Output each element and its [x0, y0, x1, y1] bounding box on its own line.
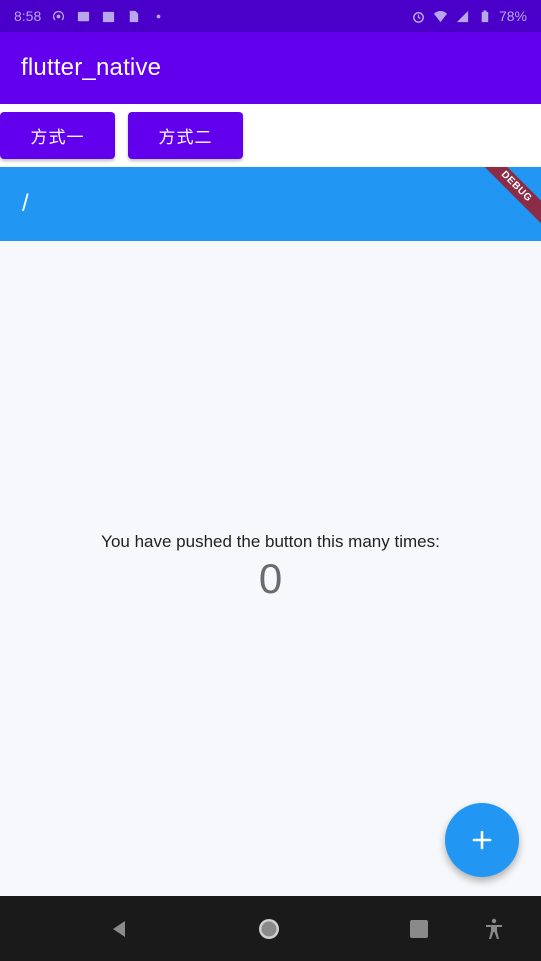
home-button[interactable]	[254, 914, 284, 944]
counter-value: 0	[258, 555, 283, 602]
recents-button[interactable]	[404, 914, 434, 944]
increment-fab[interactable]	[445, 803, 519, 877]
add-icon	[472, 830, 492, 850]
app-bar: flutter_native	[0, 32, 541, 104]
mode-two-button[interactable]: 方式二	[128, 112, 243, 159]
wifi-icon	[433, 8, 449, 24]
status-bar-right: 78%	[411, 8, 527, 24]
status-bar-left: 8:58	[14, 8, 166, 24]
counter-body: You have pushed the button this many tim…	[0, 241, 541, 896]
status-time: 8:58	[14, 8, 42, 24]
debug-banner: DEBUG	[471, 167, 541, 232]
route-title: /	[22, 190, 29, 217]
flutter-app-bar: / DEBUG	[0, 167, 541, 241]
calendar-icon	[100, 8, 116, 24]
status-bar: 8:58 78%	[0, 0, 541, 32]
alarm-icon	[411, 8, 427, 24]
phone-screen: 8:58 78% flutter_native 方式一 方式二 / DEBUG …	[0, 0, 541, 961]
back-button[interactable]	[104, 914, 134, 944]
battery-percent: 78%	[498, 8, 527, 24]
native-button-row: 方式一 方式二	[0, 104, 541, 167]
back-icon	[113, 921, 125, 937]
mode-one-button[interactable]: 方式一	[0, 112, 115, 159]
system-nav-bar	[0, 896, 541, 961]
dot-icon	[150, 8, 166, 24]
news-icon	[75, 8, 91, 24]
signal-icon	[455, 8, 471, 24]
app-title: flutter_native	[21, 54, 162, 81]
accessibility-icon	[486, 918, 502, 939]
sim-icon	[125, 8, 141, 24]
hotspot-icon	[50, 8, 66, 24]
battery-icon	[477, 8, 493, 24]
accessibility-button[interactable]	[479, 914, 509, 944]
counter-label: You have pushed the button this many tim…	[101, 532, 440, 551]
recents-icon	[410, 920, 428, 938]
home-icon	[259, 919, 279, 939]
